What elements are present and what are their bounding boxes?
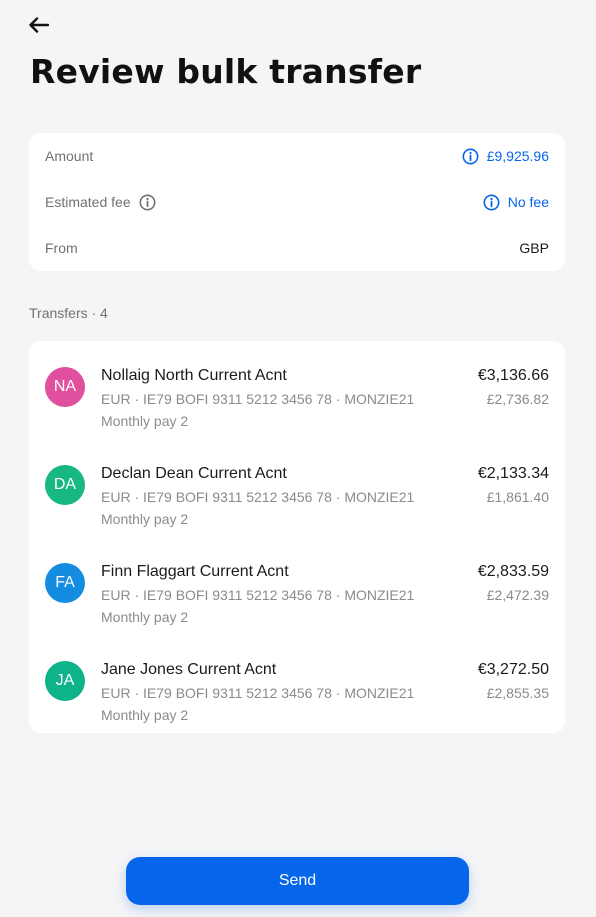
page-title: Review bulk transfer: [30, 52, 422, 91]
transfer-amount: €2,133.34: [477, 465, 549, 482]
recipient-name: Jane Jones Current Acnt: [101, 661, 277, 678]
recipient-details: EUR · IE79 BOFI 9311 5212 3456 78 · MONZ…: [101, 391, 415, 407]
arrow-left-icon: [29, 17, 49, 33]
transfer-item[interactable]: FA Finn Flaggart Current Acnt EUR · IE79…: [45, 546, 549, 636]
from-label: From: [45, 240, 78, 256]
amount-row: Amount £9,925.96: [45, 145, 549, 167]
summary-card: Amount £9,925.96 Estimated fee No fee Fr…: [29, 133, 565, 271]
transfer-amount: €3,272.50: [477, 661, 549, 678]
transfer-item[interactable]: DA Declan Dean Current Acnt EUR · IE79 B…: [45, 448, 549, 538]
recipient-name: Declan Dean Current Acnt: [101, 465, 287, 482]
recipient-details: EUR · IE79 BOFI 9311 5212 3456 78 · MONZ…: [101, 685, 415, 701]
info-icon[interactable]: [462, 148, 479, 165]
recipient-details: EUR · IE79 BOFI 9311 5212 3456 78 · MONZ…: [101, 489, 415, 505]
transfer-item[interactable]: JA Jane Jones Current Acnt EUR · IE79 BO…: [45, 644, 549, 734]
from-row: From GBP: [45, 237, 549, 259]
transfer-converted-amount: £1,861.40: [486, 489, 549, 505]
info-icon[interactable]: [139, 194, 156, 211]
transfer-reference: Monthly pay 2: [101, 609, 189, 625]
fee-label: Estimated fee: [45, 194, 131, 210]
back-button[interactable]: [26, 12, 52, 38]
transfer-amount: €2,833.59: [477, 563, 549, 580]
transfer-converted-amount: £2,855.35: [486, 685, 549, 701]
recipient-details: EUR · IE79 BOFI 9311 5212 3456 78 · MONZ…: [101, 587, 415, 603]
fee-value-group[interactable]: No fee: [483, 194, 549, 211]
avatar: JA: [45, 661, 85, 701]
transfer-converted-amount: £2,472.39: [486, 587, 549, 603]
transfer-item[interactable]: NA Nollaig North Current Acnt EUR · IE79…: [45, 350, 549, 440]
transfer-converted-amount: £2,736.82: [486, 391, 549, 407]
transfer-reference: Monthly pay 2: [101, 707, 189, 723]
amount-value-group[interactable]: £9,925.96: [462, 148, 549, 165]
amount-label: Amount: [45, 148, 94, 164]
transfer-amount: €3,136.66: [477, 367, 549, 384]
fee-value: No fee: [507, 194, 549, 210]
amount-value: £9,925.96: [486, 148, 549, 164]
info-icon[interactable]: [483, 194, 500, 211]
avatar: FA: [45, 563, 85, 603]
send-button[interactable]: Send: [126, 857, 469, 905]
from-value: GBP: [519, 240, 549, 256]
transfers-card: NA Nollaig North Current Acnt EUR · IE79…: [29, 341, 565, 733]
recipient-name: Nollaig North Current Acnt: [101, 367, 287, 384]
avatar: DA: [45, 465, 85, 505]
fee-label-group: Estimated fee: [45, 194, 156, 211]
fee-row: Estimated fee No fee: [45, 191, 549, 213]
recipient-name: Finn Flaggart Current Acnt: [101, 563, 289, 580]
transfers-section-label: Transfers · 4: [29, 305, 108, 321]
avatar: NA: [45, 367, 85, 407]
transfer-reference: Monthly pay 2: [101, 413, 189, 429]
transfer-reference: Monthly pay 2: [101, 511, 189, 527]
